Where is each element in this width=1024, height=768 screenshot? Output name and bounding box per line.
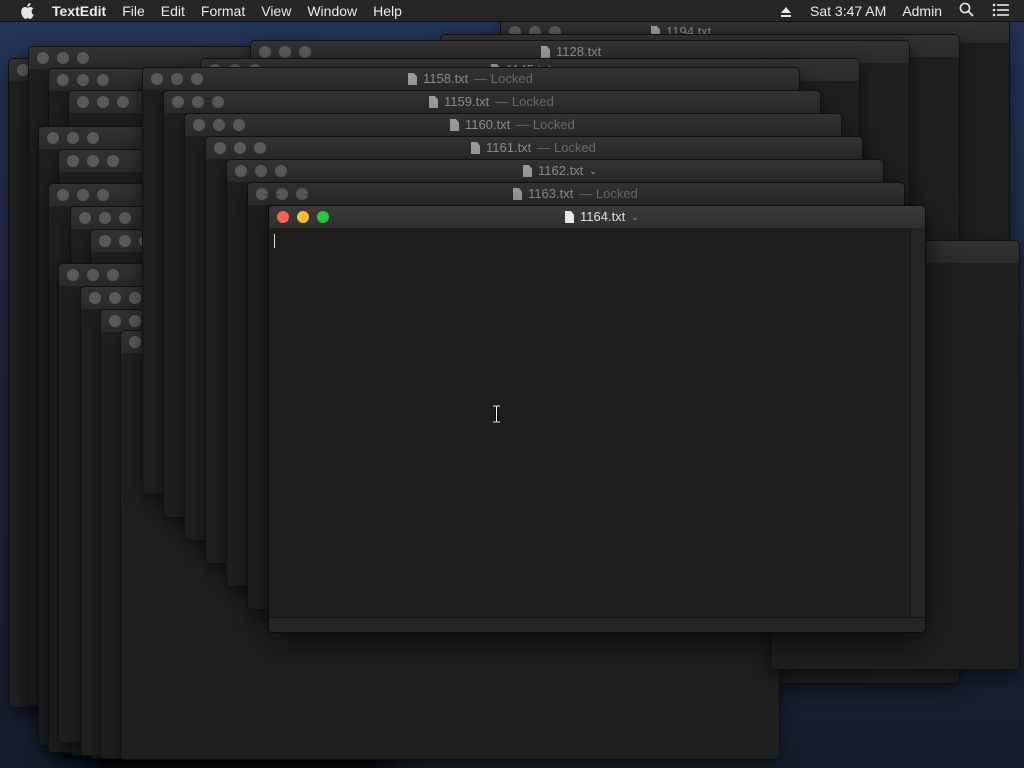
menu-edit[interactable]: Edit	[153, 0, 193, 22]
window-title: 1163.txt — Locked	[513, 183, 638, 205]
search-icon[interactable]	[959, 2, 974, 20]
menu-bar: TextEdit File Edit Format View Window He…	[0, 0, 1024, 22]
zoom-button[interactable]	[317, 211, 329, 223]
window-filename: 1158.txt	[423, 71, 469, 86]
title-bar[interactable]: 1164.txt ⌄	[269, 206, 925, 229]
text-caret	[274, 234, 275, 248]
close-button[interactable]	[277, 211, 289, 223]
document-icon	[408, 73, 417, 85]
window-filename: 1164.txt	[580, 209, 626, 224]
menu-window[interactable]: Window	[299, 0, 365, 22]
zoom-button[interactable]	[275, 165, 287, 177]
locked-label[interactable]: — Locked	[474, 68, 533, 90]
minimize-button[interactable]	[276, 188, 288, 200]
zoom-button[interactable]	[233, 119, 245, 131]
menubar-user[interactable]: Admin	[894, 0, 950, 22]
menu-help[interactable]: Help	[365, 0, 410, 22]
text-editor-area[interactable]	[269, 228, 925, 632]
locked-label[interactable]: — Locked	[495, 91, 554, 113]
vertical-scrollbar[interactable]	[910, 228, 925, 618]
window-title: 1158.txt — Locked	[408, 68, 533, 90]
window-filename: 1163.txt	[528, 186, 574, 201]
close-button[interactable]	[235, 165, 247, 177]
zoom-button[interactable]	[212, 96, 224, 108]
minimize-button[interactable]	[171, 73, 183, 85]
window-filename: 1160.txt	[465, 117, 511, 132]
menu-file[interactable]: File	[114, 0, 153, 22]
menu-view[interactable]: View	[253, 0, 299, 22]
document-icon	[523, 165, 532, 177]
document-icon	[471, 142, 480, 154]
window-title: 1159.txt — Locked	[429, 91, 554, 113]
minimize-button[interactable]	[255, 165, 267, 177]
close-button[interactable]	[151, 73, 163, 85]
ibeam-cursor-icon	[492, 404, 501, 428]
horizontal-scrollbar[interactable]	[269, 617, 925, 632]
window-title: 1164.txt ⌄	[565, 206, 639, 228]
minimize-button[interactable]	[234, 142, 246, 154]
zoom-button[interactable]	[296, 188, 308, 200]
window-title: 1161.txt — Locked	[471, 137, 596, 159]
window-filename: 1159.txt	[444, 94, 490, 109]
document-icon	[541, 46, 550, 58]
close-button[interactable]	[214, 142, 226, 154]
window-title: 1160.txt — Locked	[450, 114, 575, 136]
close-button[interactable]	[193, 119, 205, 131]
window-filename: 1161.txt	[486, 140, 532, 155]
document-icon	[429, 96, 438, 108]
document-icon	[513, 188, 522, 200]
close-button[interactable]	[256, 188, 268, 200]
minimize-button[interactable]	[192, 96, 204, 108]
close-button[interactable]	[172, 96, 184, 108]
minimize-button[interactable]	[213, 119, 225, 131]
notification-center-icon[interactable]	[992, 3, 1010, 20]
chevron-down-icon[interactable]: ⌄	[589, 160, 597, 182]
menubar-clock[interactable]: Sat 3:47 AM	[802, 0, 894, 22]
window-1164[interactable]: 1164.txt ⌄	[268, 205, 926, 633]
window-title: 1162.txt ⌄	[523, 160, 597, 182]
locked-label[interactable]: — Locked	[537, 137, 596, 159]
locked-label[interactable]: — Locked	[516, 114, 575, 136]
zoom-button[interactable]	[191, 73, 203, 85]
menu-format[interactable]: Format	[193, 0, 253, 22]
zoom-button[interactable]	[254, 142, 266, 154]
document-icon	[450, 119, 459, 131]
apple-icon[interactable]	[20, 3, 34, 19]
window-filename: 1162.txt	[538, 163, 584, 178]
eject-icon[interactable]	[780, 5, 792, 17]
chevron-down-icon[interactable]: ⌄	[631, 206, 639, 228]
document-icon	[565, 211, 574, 223]
minimize-button[interactable]	[297, 211, 309, 223]
app-menu[interactable]: TextEdit	[44, 0, 114, 22]
locked-label[interactable]: — Locked	[579, 183, 638, 205]
